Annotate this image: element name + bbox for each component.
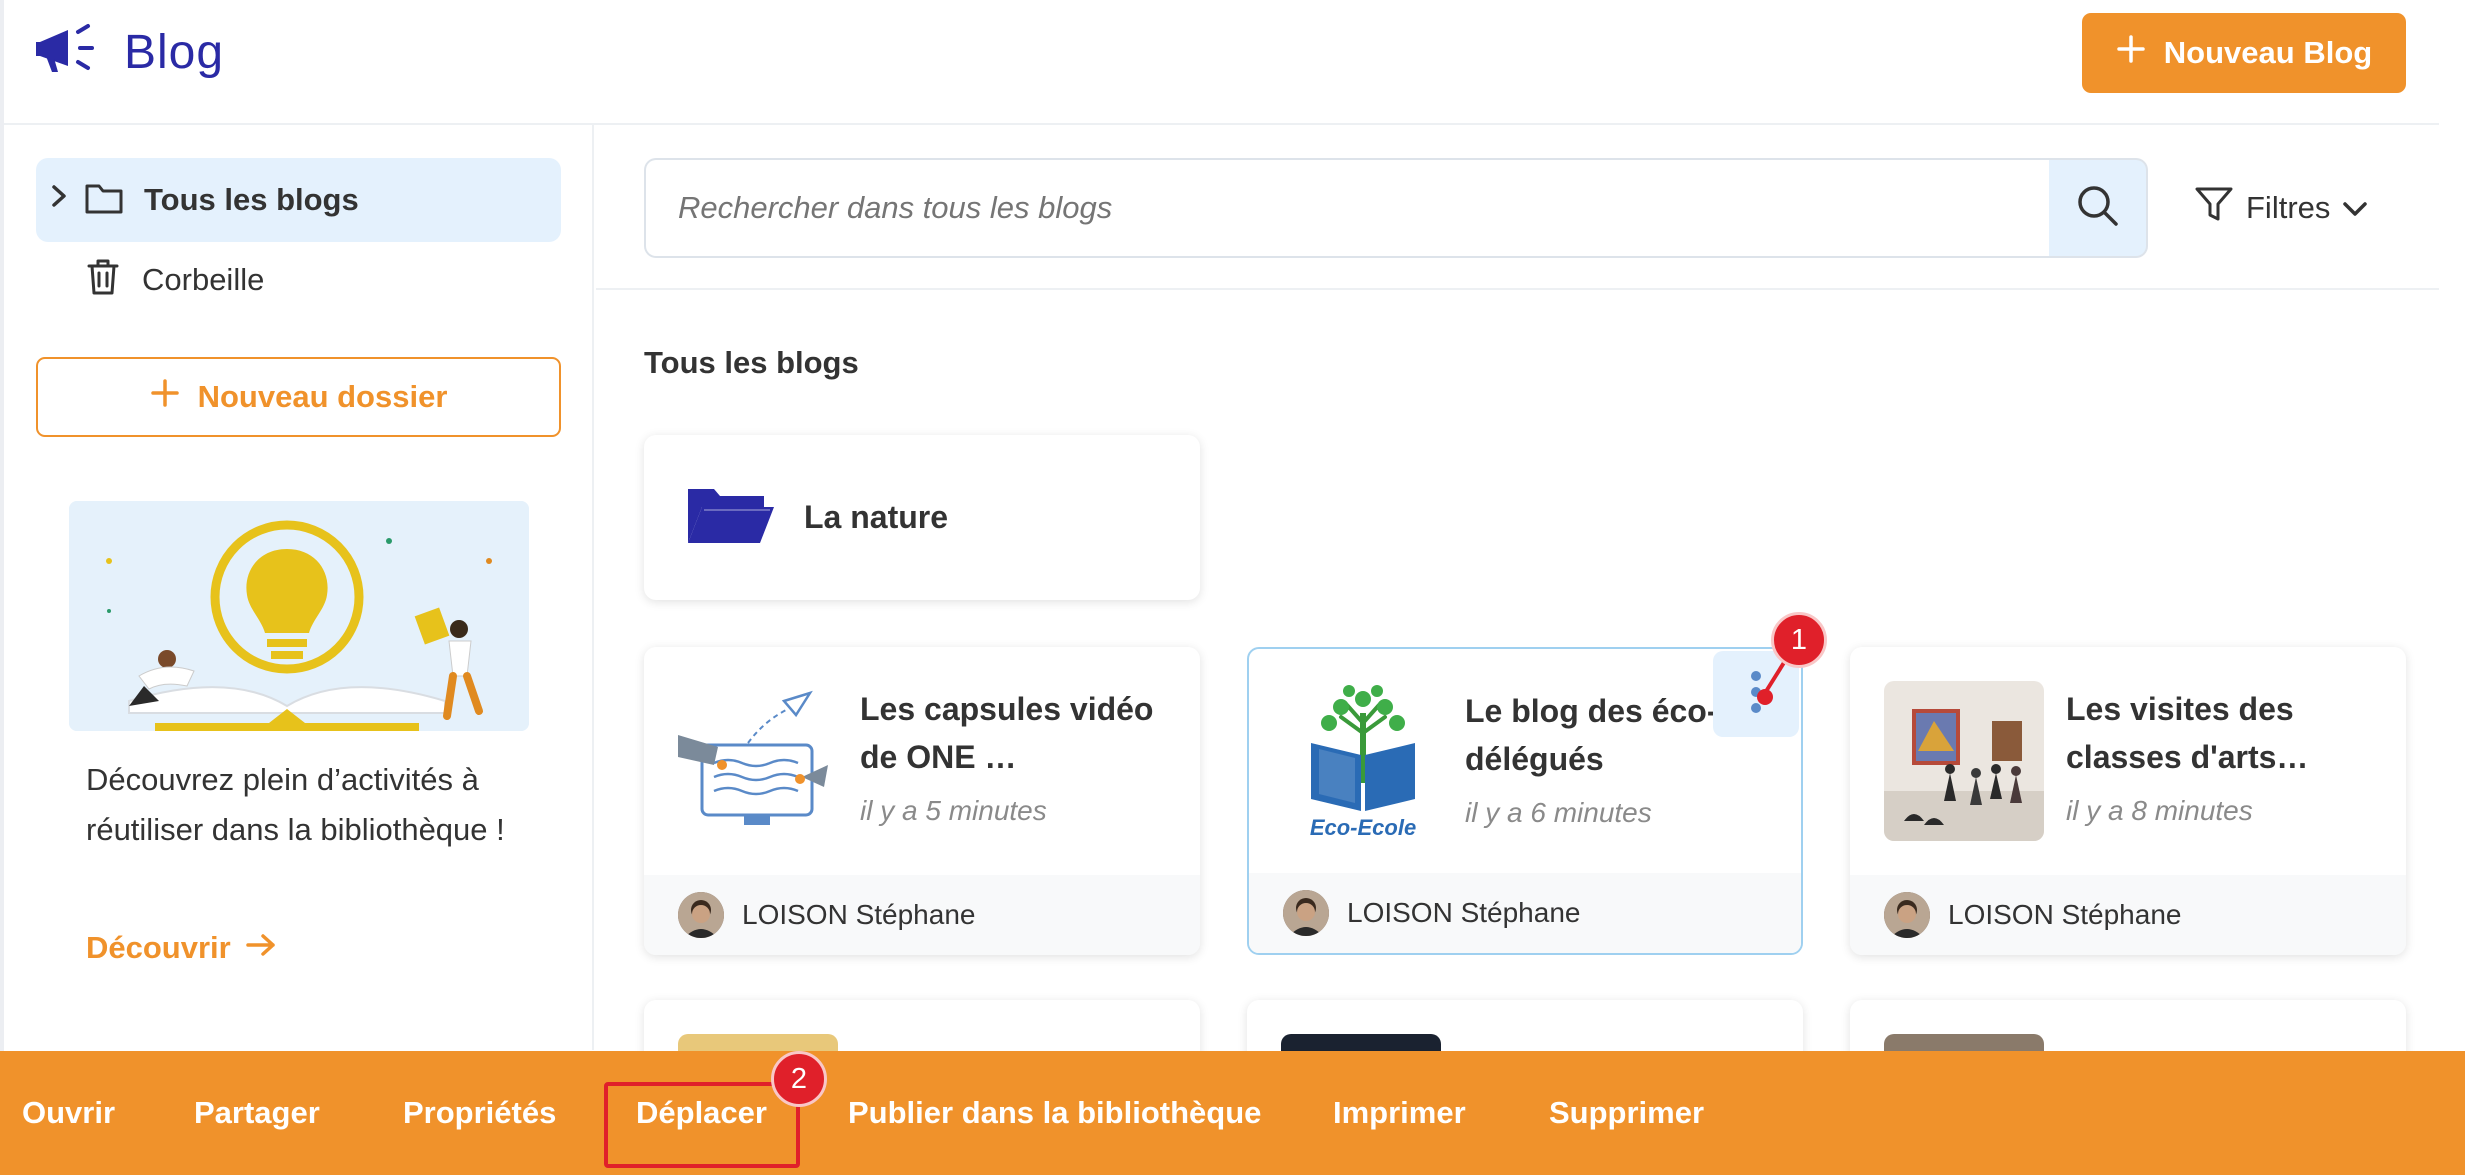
promo-illustration	[69, 501, 529, 731]
trash-icon	[86, 258, 120, 301]
main-content: Filtres Tous les blogs La nature	[596, 125, 2439, 1050]
sidebar: Tous les blogs Corbeille Nouveau dossier	[4, 125, 594, 1050]
sidebar-item-label: Tous les blogs	[144, 182, 359, 217]
blog-author: LOISON Stéphane	[1948, 899, 2182, 930]
blog-card-footer: LOISON Stéphane	[1850, 875, 2406, 955]
annotation-pointer-dot	[1757, 689, 1773, 705]
action-share[interactable]: Partager	[194, 1095, 320, 1131]
thumb-caption: Eco-Ecole	[1310, 815, 1416, 840]
plus-icon	[2116, 34, 2146, 72]
blog-thumbnail: Eco-Ecole	[1283, 683, 1443, 843]
chevron-down-icon	[2342, 190, 2368, 226]
blog-title: Les capsules vidéo de ONE …	[860, 691, 1154, 775]
filter-icon	[2194, 185, 2234, 231]
action-properties[interactable]: Propriétés	[403, 1095, 556, 1131]
avatar	[1283, 890, 1329, 936]
discover-link[interactable]: Découvrir	[86, 930, 277, 966]
sidebar-item-label: Corbeille	[142, 261, 265, 297]
promo-text: Découvrez plein d’activités à réutiliser…	[86, 762, 505, 847]
blog-time: il y a 6 minutes	[1465, 797, 1652, 828]
blog-author: LOISON Stéphane	[1347, 897, 1581, 928]
new-blog-button[interactable]: Nouveau Blog	[2082, 13, 2406, 93]
blog-thumbnail	[678, 681, 838, 841]
blog-card-footer: LOISON Stéphane	[1249, 873, 1801, 953]
blog-card[interactable]: Les visites des classes d'arts… il y a 8…	[1850, 647, 2406, 955]
blog-card-footer: LOISON Stéphane	[644, 875, 1200, 955]
folder-card[interactable]: La nature	[644, 435, 1200, 600]
blog-thumbnail	[1884, 681, 2044, 841]
blog-author: LOISON Stéphane	[742, 899, 976, 930]
search-bar: Filtres	[596, 125, 2439, 290]
new-blog-label: Nouveau Blog	[2163, 35, 2373, 70]
search-button[interactable]	[2049, 158, 2148, 258]
blog-time: il y a 5 minutes	[860, 795, 1047, 826]
new-folder-label: Nouveau dossier	[197, 379, 448, 414]
megaphone-icon	[34, 22, 106, 83]
action-open[interactable]: Ouvrir	[22, 1095, 115, 1131]
action-delete[interactable]: Supprimer	[1549, 1095, 1704, 1131]
chevron-right-icon[interactable]	[50, 183, 84, 217]
blog-title: Les visites des classes d'arts…	[2066, 691, 2309, 775]
blog-card[interactable]: Les capsules vidéo de ONE … il y a 5 min…	[644, 647, 1200, 955]
blog-time: il y a 8 minutes	[2066, 795, 2253, 826]
annotation-badge-2: 2	[771, 1051, 827, 1107]
sidebar-item-all-blogs[interactable]: Tous les blogs	[36, 158, 561, 242]
app-logo[interactable]: Blog	[34, 22, 224, 83]
action-publish-library[interactable]: Publier dans la bibliothèque	[848, 1095, 1261, 1131]
section-title: Tous les blogs	[644, 345, 859, 380]
page: Blog Nouveau Blog Tous les blogs Corbeil…	[0, 0, 2439, 1175]
action-bar: Ouvrir Partager Propriétés Déplacer Publ…	[0, 1051, 2465, 1175]
avatar	[1884, 892, 1930, 938]
plus-icon	[150, 378, 180, 416]
annotation-badge-1: 1	[1771, 612, 1827, 668]
sidebar-item-trash[interactable]: Corbeille	[86, 258, 264, 301]
arrow-right-icon	[245, 930, 277, 966]
app-title: Blog	[124, 26, 225, 79]
discover-label: Découvrir	[86, 930, 231, 965]
filters-dropdown[interactable]: Filtres	[2194, 185, 2368, 231]
action-print[interactable]: Imprimer	[1333, 1095, 1466, 1131]
blog-card-selected[interactable]: Eco-Ecole Le blog des éco-délégués il y …	[1247, 647, 1803, 955]
folder-icon	[84, 181, 124, 220]
top-bar: Blog Nouveau Blog	[4, 0, 2439, 125]
folder-open-icon	[684, 483, 776, 552]
search-icon	[2075, 183, 2121, 234]
annotation-highlight-move	[604, 1082, 800, 1168]
filters-label: Filtres	[2246, 190, 2331, 225]
search-input[interactable]	[644, 158, 2049, 258]
avatar	[678, 892, 724, 938]
folder-label: La nature	[804, 499, 949, 535]
new-folder-button[interactable]: Nouveau dossier	[36, 357, 561, 437]
